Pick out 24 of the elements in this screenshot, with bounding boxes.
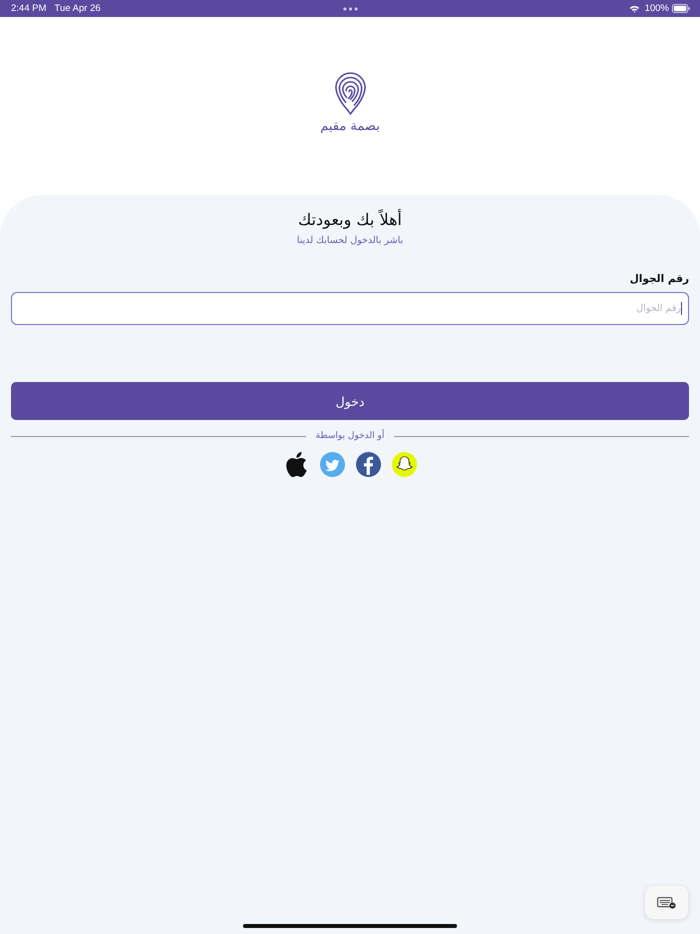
wifi-icon xyxy=(628,4,640,12)
facebook-login-button[interactable] xyxy=(356,452,380,477)
keyboard-toggle-button[interactable] xyxy=(645,886,688,919)
keyboard-icon xyxy=(657,896,676,908)
welcome-title: أهلاً بك وبعودتك xyxy=(297,209,403,231)
ghost-icon xyxy=(392,452,416,477)
status-date: Tue Apr 26 xyxy=(54,3,101,14)
fingerprint-logo-icon xyxy=(334,71,366,116)
multitasking-dots-icon[interactable] xyxy=(343,6,358,10)
battery-percentage: 100% xyxy=(644,3,669,14)
divider-text: أو الدخول بواسطة xyxy=(316,429,384,443)
status-time: 2:44 PM xyxy=(11,3,46,14)
text-cursor-icon xyxy=(680,302,682,315)
battery-icon xyxy=(672,4,690,13)
apple-login-button[interactable] xyxy=(284,452,308,477)
logo-text: بصمة مقيم xyxy=(320,118,380,136)
snapchat-login-button[interactable] xyxy=(392,452,416,477)
phone-label: رقم الجوال xyxy=(630,272,689,286)
apple-icon xyxy=(284,452,308,477)
facebook-icon xyxy=(356,452,380,477)
bird-icon xyxy=(320,452,344,477)
login-button[interactable]: دخول xyxy=(11,382,689,420)
phone-input[interactable]: رقم الجوال xyxy=(11,292,689,325)
welcome-subtitle: باشر بالدخول لحسابك لدينا xyxy=(296,234,404,248)
